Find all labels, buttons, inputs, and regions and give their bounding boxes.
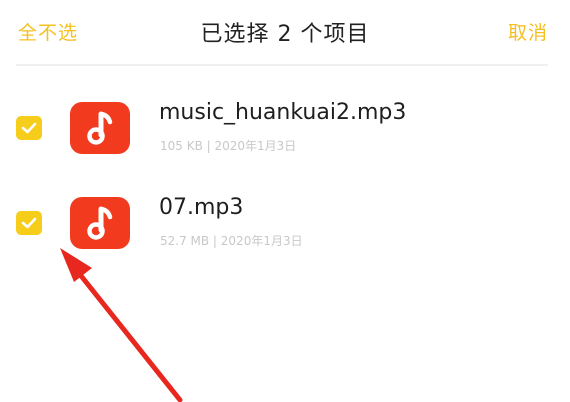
music-note-icon [87, 111, 113, 145]
file-list-item[interactable]: 07.mp3 52.7 MB | 2020年1月3日 [0, 183, 570, 263]
music-file-icon[interactable] [70, 197, 130, 249]
file-meta: 52.7 MB | 2020年1月3日 [160, 234, 303, 248]
arrow-shaft [67, 259, 183, 402]
file-meta: 105 KB | 2020年1月3日 [160, 139, 297, 153]
music-note-icon [87, 206, 113, 240]
header-divider [16, 64, 548, 66]
music-file-icon[interactable] [70, 102, 130, 154]
file-name: 07.mp3 [159, 195, 244, 220]
selection-count-title: 已选择 2 个项目 [200, 22, 370, 47]
selection-header: 全不选 已选择 2 个项目 取消 [0, 0, 570, 64]
file-name: music_huankuai2.mp3 [159, 100, 407, 125]
cancel-button[interactable]: 取消 [508, 18, 548, 45]
checkmark-icon [21, 217, 37, 229]
file-checkbox[interactable] [16, 211, 42, 235]
checkmark-icon [21, 122, 37, 134]
file-list-item[interactable]: music_huankuai2.mp3 105 KB | 2020年1月3日 [0, 88, 570, 168]
file-checkbox[interactable] [16, 116, 42, 140]
